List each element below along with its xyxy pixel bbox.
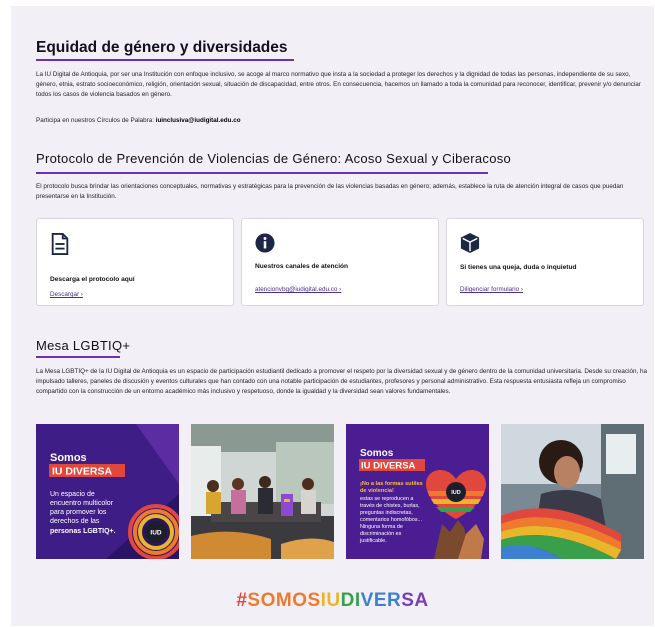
protocol-card-complaints[interactable]: Si tienes una queja, duda o inquietud Di…	[446, 218, 644, 306]
protocol-card-channels[interactable]: Nuestros canales de atención atencionvbg…	[241, 218, 439, 306]
poster-graphic: IUD Somos IU DIVERSA ¡No a las formas su…	[346, 424, 489, 559]
photo-panel-graphic	[191, 424, 334, 559]
circles-line: Participa en nuestros Círculos de Palabr…	[36, 116, 644, 126]
protocol-heading: Protocolo de Prevención de Violencias de…	[36, 151, 512, 166]
poster-brand-text: IU DIVERSA	[361, 461, 416, 472]
poster-graphic: IUD Somos IU DIVERSA Un espacio de encue…	[36, 424, 179, 559]
mesa-description: La Mesa LGBTIQ+ de la IU Digital de Anti…	[36, 368, 647, 395]
poster-line: encuentro multicolor	[50, 500, 114, 507]
hashtag-part: #	[236, 590, 248, 611]
poster-brand-text: IU DIVERSA	[52, 466, 113, 478]
page-container: Equidad de género y diversidades La IU D…	[11, 6, 654, 626]
poster-lead: ¡No a las formas sutiles	[360, 481, 423, 487]
photo-pride-flag[interactable]	[501, 424, 644, 559]
protocol-description: El protocolo busca brindar las orientaci…	[36, 183, 624, 200]
poster-line: para promover los	[50, 509, 107, 516]
card-title: Nuestros canales de atención	[255, 263, 349, 270]
hashtag-part: SA	[401, 590, 429, 611]
photo-pride-graphic	[501, 424, 644, 559]
hashtag-part: IU	[320, 590, 341, 611]
protocol-card-download[interactable]: Descarga el protocolo aquí Descargar ›	[36, 218, 234, 306]
document-icon	[51, 233, 69, 255]
card-title: Si tienes una queja, duda o inquietud	[460, 264, 577, 271]
hashtag-part: DI	[340, 590, 361, 611]
cube-icon	[460, 233, 480, 253]
poster-somos-iu-diversa[interactable]: IUD Somos IU DIVERSA Un espacio de encue…	[36, 424, 179, 559]
poster-line: estas se reproducen a	[360, 496, 413, 502]
poster-line: Ninguna forma de	[360, 524, 403, 530]
download-link[interactable]: Descargar ›	[50, 291, 83, 298]
card-title: Descarga el protocolo aquí	[50, 276, 135, 283]
poster-line: comentarios homofóbos...	[360, 517, 422, 523]
title-underline	[36, 59, 294, 61]
badge-text: IUD	[451, 490, 461, 496]
hashtag-somos-iu-diversa: #SOMOSIUDIVERSA	[11, 590, 654, 612]
form-link[interactable]: Diligenciar formulario ›	[460, 286, 523, 293]
circles-email[interactable]: iuinclusiva@iudigital.edu.co	[156, 117, 241, 124]
circles-label: Participa en nuestros Círculos de Palabr…	[36, 117, 154, 124]
poster-line: Un espacio de	[50, 491, 95, 498]
poster-line: preguntas indiscretas,	[360, 510, 413, 516]
poster-lead: de violencia!	[360, 488, 394, 494]
intro-paragraph: La IU Digital de Antioquia, por ser una …	[36, 71, 641, 98]
page-title: Equidad de género y diversidades	[36, 39, 288, 56]
photo-panel-event[interactable]	[191, 424, 334, 559]
hashtag-part: SOMOS	[247, 590, 321, 611]
hashtag-part: VER	[360, 590, 402, 611]
mesa-underline	[36, 356, 120, 358]
channels-email-link[interactable]: atencionvbg@iudigital.edu.co ›	[255, 286, 341, 293]
info-icon	[255, 233, 275, 253]
protocol-underline	[36, 172, 488, 174]
poster-line: través de chistes, burlas,	[360, 503, 420, 509]
poster-somos-text: Somos	[360, 448, 394, 459]
poster-line: derechos de las	[50, 518, 100, 525]
poster-line: justificable.	[359, 538, 387, 544]
poster-line: discriminación es	[360, 531, 402, 537]
poster-line-strong: personas LGBTIQ+.	[50, 528, 116, 535]
poster-violence-awareness[interactable]: IUD Somos IU DIVERSA ¡No a las formas su…	[346, 424, 489, 559]
mesa-heading: Mesa LGBTIQ+	[36, 338, 131, 353]
poster-somos-text: Somos	[50, 452, 87, 464]
badge-text: IUD	[150, 530, 162, 537]
